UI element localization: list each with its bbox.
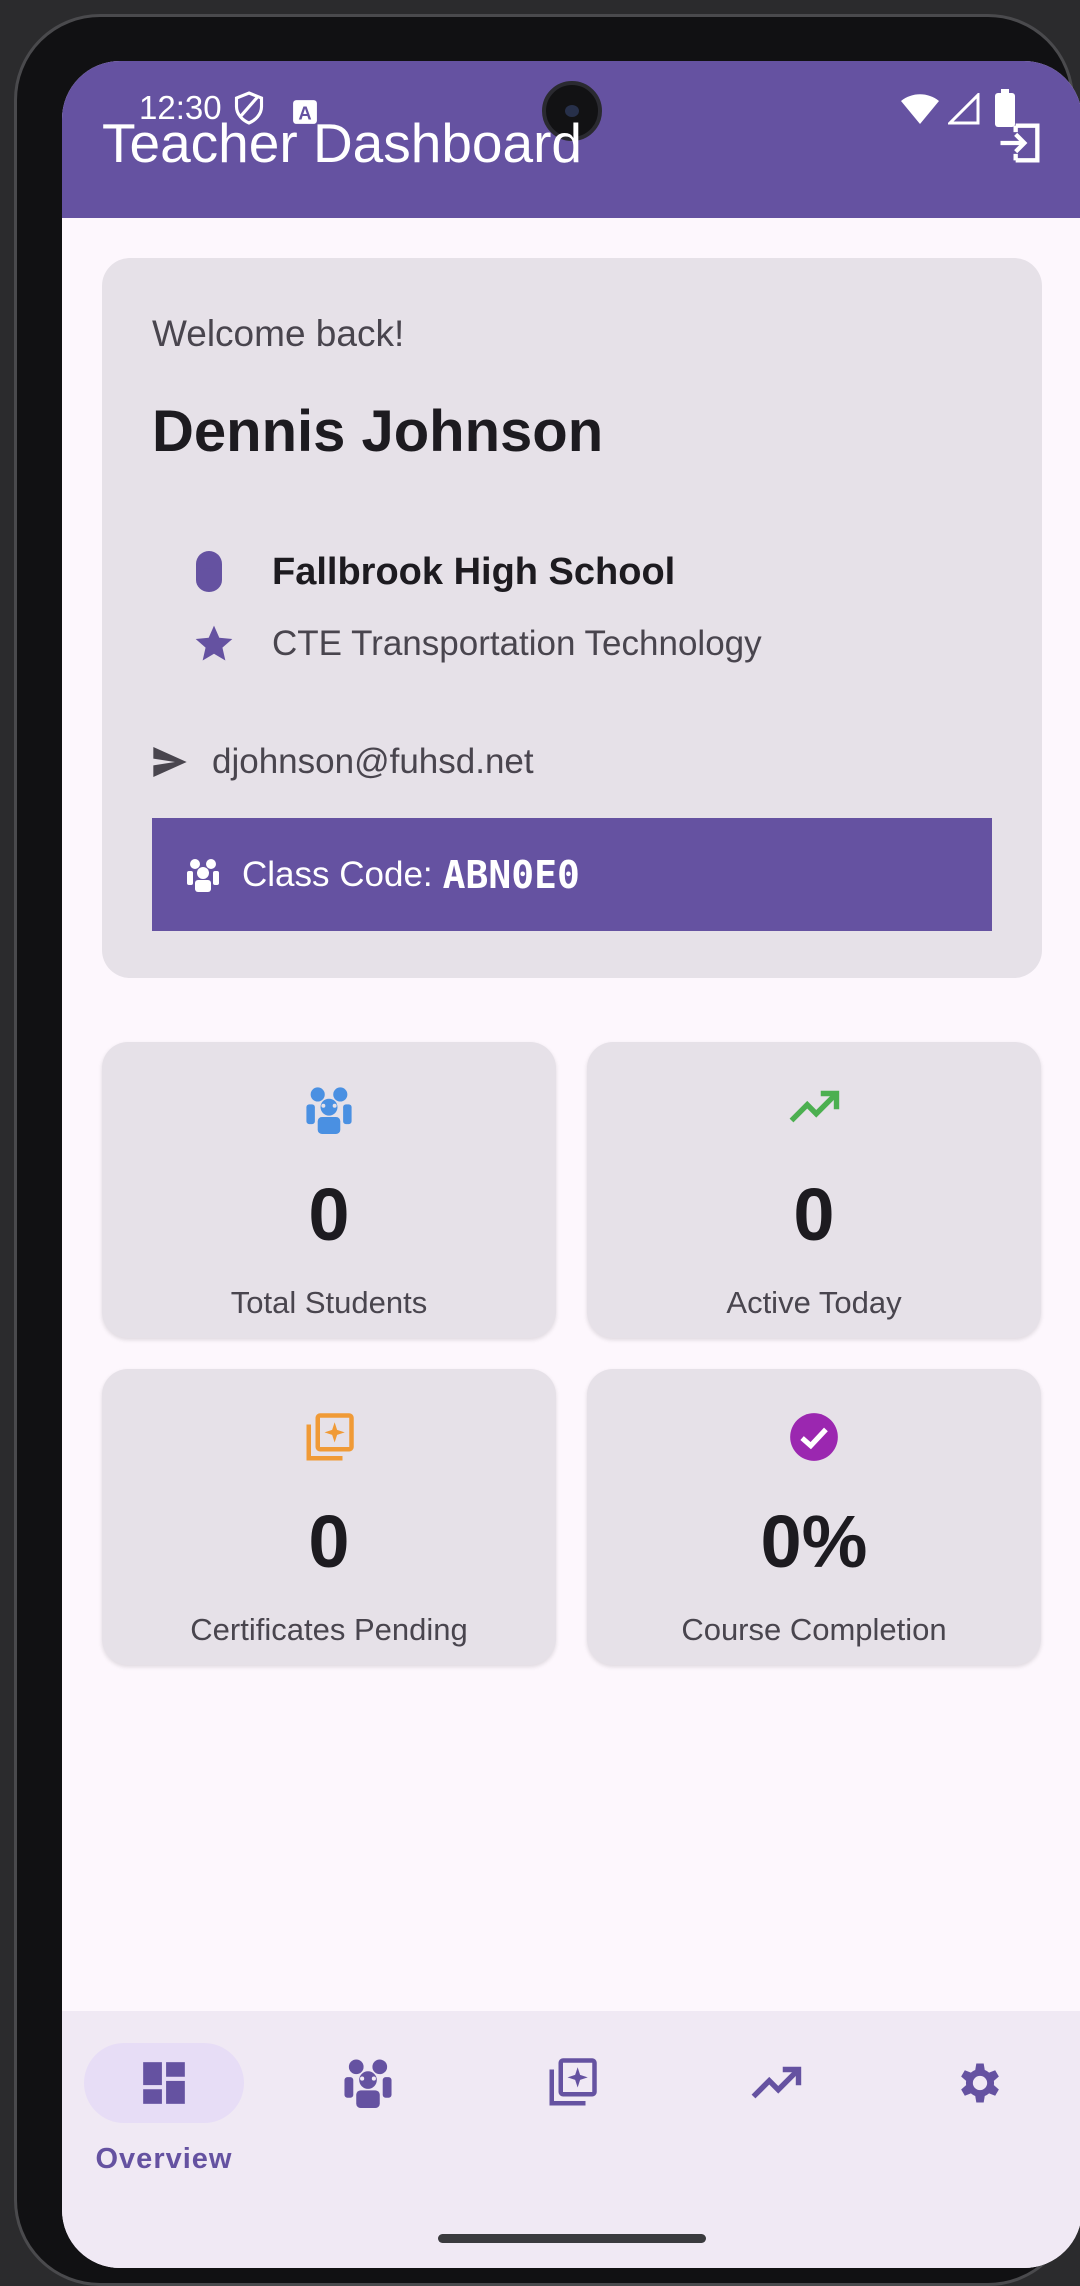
nav-active-indicator [84, 2043, 244, 2123]
email-text: djohnson@fuhsd.net [212, 742, 534, 781]
app-bar: 12:30 A Teacher Dashboard [62, 61, 1080, 218]
class-code-label: Class Code: [242, 854, 433, 894]
page-title: Teacher Dashboard [102, 112, 583, 174]
certificate-icon [102, 1411, 556, 1465]
logout-button[interactable] [990, 113, 1050, 173]
stat-value: 0 [308, 1173, 350, 1256]
welcome-greeting: Welcome back! [152, 313, 405, 354]
school-icon [195, 550, 223, 599]
stat-label: Certificates Pending [190, 1612, 468, 1647]
students-icon [102, 1084, 556, 1136]
certificate-icon [549, 2058, 597, 2106]
class-code-banner[interactable]: Class Code: ABN0E0 [152, 818, 992, 931]
nav-icon-container [492, 2043, 652, 2123]
nav-icon-container [900, 2043, 1060, 2123]
stat-label: Course Completion [681, 1612, 947, 1647]
stat-card-total-students[interactable]: 0 Total Students [102, 1042, 556, 1338]
nav-item-certificates[interactable] [470, 2011, 674, 2191]
star-icon [192, 622, 236, 671]
wifi-icon [900, 93, 940, 133]
stat-card-course-completion[interactable]: 0% Course Completion [587, 1369, 1041, 1665]
trending-up-icon [587, 1084, 1041, 1130]
stat-label: Active Today [726, 1285, 902, 1320]
gear-icon [961, 2063, 999, 2103]
home-indicator[interactable] [438, 2234, 706, 2243]
nav-label-overview: Overview [95, 2143, 233, 2175]
signal-icon [946, 91, 980, 133]
logout-icon [1000, 123, 1040, 163]
teacher-name: Dennis Johnson [152, 399, 604, 464]
send-icon [150, 742, 190, 787]
nav-item-settings[interactable] [878, 2011, 1080, 2191]
stat-value: 0 [308, 1500, 350, 1583]
stat-value: 0 [793, 1173, 835, 1256]
program-name: CTE Transportation Technology [272, 624, 762, 663]
nav-item-progress[interactable] [674, 2011, 878, 2191]
stat-value: 0% [760, 1500, 868, 1583]
class-code-value: ABN0E0 [442, 852, 580, 897]
nav-item-students[interactable] [266, 2011, 470, 2191]
stat-label: Total Students [230, 1285, 428, 1320]
nav-item-overview[interactable]: Overview [62, 2011, 266, 2191]
phone-bezel: 12:30 A Teacher Dashboard Welcome back! … [14, 14, 1080, 2286]
trending-up-icon [751, 2066, 802, 2099]
stat-card-active-today[interactable]: 0 Active Today [587, 1042, 1041, 1338]
welcome-card: Welcome back! Dennis Johnson Fallbrook H… [102, 258, 1042, 978]
students-icon [186, 857, 220, 893]
school-name: Fallbrook High School [272, 551, 676, 593]
stat-card-certificates-pending[interactable]: 0 Certificates Pending [102, 1369, 556, 1665]
nav-icon-container [288, 2043, 448, 2123]
dashboard-icon [143, 2062, 185, 2104]
nav-icon-container [696, 2043, 856, 2123]
screen: 12:30 A Teacher Dashboard Welcome back! … [62, 61, 1080, 2268]
bottom-navigation: Overview [62, 2011, 1080, 2268]
check-circle-icon [587, 1411, 1041, 1463]
students-icon [344, 2059, 392, 2108]
